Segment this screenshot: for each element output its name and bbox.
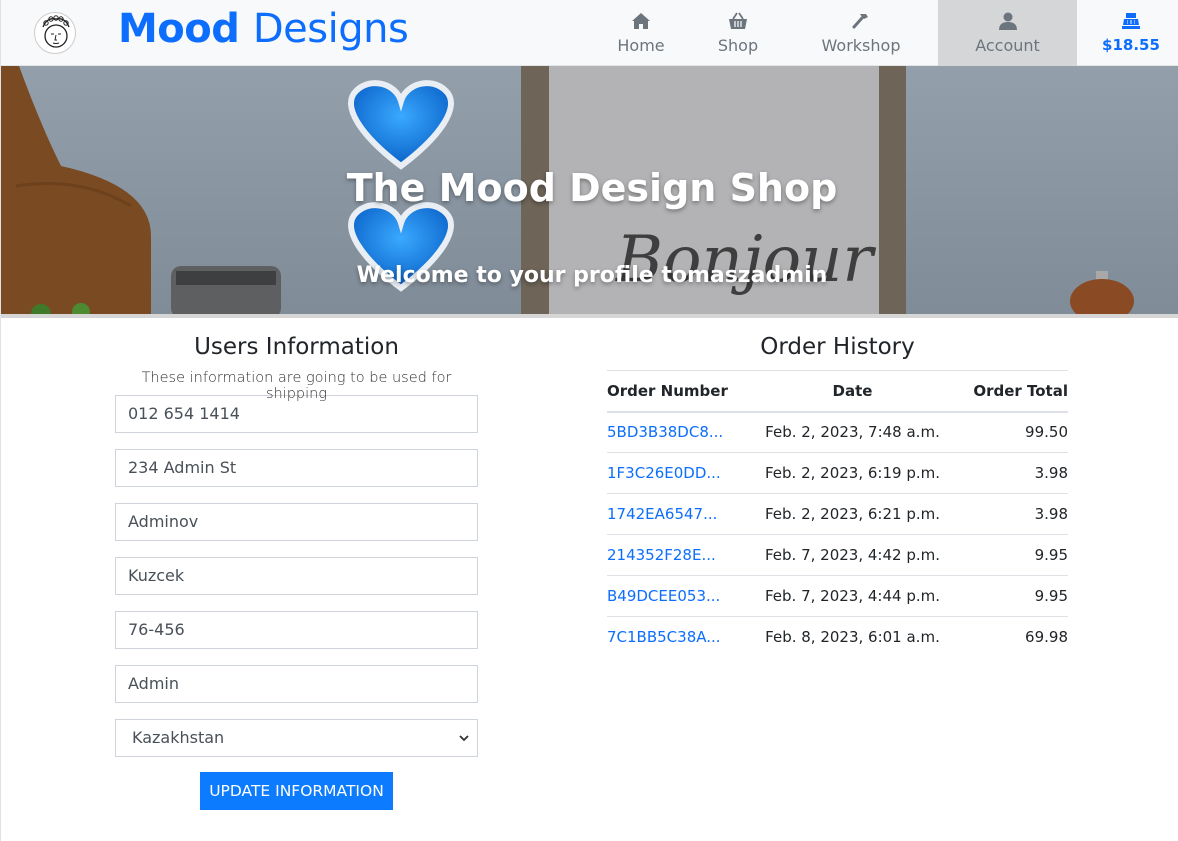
order-number-link[interactable]: 1F3C26E0DD... bbox=[607, 452, 747, 494]
hero-title: The Mood Design Shop bbox=[346, 166, 838, 210]
order-number-link[interactable]: 214352F28E... bbox=[607, 534, 747, 576]
order-date: Feb. 2, 2023, 6:21 p.m. bbox=[747, 493, 958, 535]
column-header-order-total: Order Total bbox=[958, 370, 1068, 413]
brand-title[interactable]: Mood Designs bbox=[118, 6, 409, 52]
nav-item-account[interactable]: Account bbox=[938, 0, 1077, 66]
home-icon bbox=[632, 13, 650, 29]
table-row: 1742EA6547... Feb. 2, 2023, 6:21 p.m. 3.… bbox=[607, 493, 1068, 535]
order-number-link[interactable]: B49DCEE053... bbox=[607, 575, 747, 617]
update-information-button[interactable]: UPDATE INFORMATION bbox=[200, 772, 393, 810]
order-date: Feb. 7, 2023, 4:44 p.m. bbox=[747, 575, 958, 617]
order-total: 3.98 bbox=[958, 493, 1068, 535]
hero-banner: Bonjour The Mood Design Shop Welcome to … bbox=[1, 66, 1178, 318]
nav-item-cart[interactable]: $18.55 bbox=[1083, 0, 1178, 66]
navbar: Mood Designs Home Shop Workshop Account … bbox=[1, 0, 1178, 66]
order-total: 9.95 bbox=[958, 575, 1068, 617]
cash-register-icon bbox=[1122, 13, 1140, 29]
nav-label-shop: Shop bbox=[717, 36, 759, 55]
street-address-field[interactable]: 234 Admin St bbox=[115, 449, 478, 487]
nav-label-home: Home bbox=[617, 36, 665, 55]
brand-word-1: Mood bbox=[118, 6, 240, 52]
address-line-2-field[interactable]: Adminov bbox=[115, 503, 478, 541]
nav-label-account: Account bbox=[975, 36, 1040, 55]
county-field[interactable]: Admin bbox=[115, 665, 478, 703]
order-total: 9.95 bbox=[958, 534, 1068, 576]
users-information-panel: Users Information These information are … bbox=[115, 334, 478, 810]
order-number-link[interactable]: 7C1BB5C38A... bbox=[607, 617, 747, 658]
city-field[interactable]: Kuzcek bbox=[115, 557, 478, 595]
order-history-heading: Order History bbox=[760, 334, 915, 360]
hero-subtitle: Welcome to your profile tomaszadmin bbox=[356, 263, 828, 288]
order-total: 69.98 bbox=[1025, 628, 1068, 647]
order-date: Feb. 8, 2023, 6:01 a.m. bbox=[765, 628, 940, 647]
chevron-down-icon bbox=[459, 735, 469, 742]
column-header-order-number: Order Number bbox=[607, 370, 747, 413]
table-row: 214352F28E... Feb. 7, 2023, 4:42 p.m. 9.… bbox=[607, 534, 1068, 576]
table-row: 7C1BB5C38A... Feb. 8, 2023, 6:01 a.m. 69… bbox=[607, 617, 1068, 658]
brand-word-2: Designs bbox=[252, 6, 409, 52]
table-row: B49DCEE053... Feb. 7, 2023, 4:44 p.m. 9.… bbox=[607, 575, 1068, 617]
order-date: Feb. 7, 2023, 4:42 p.m. bbox=[747, 534, 958, 576]
table-row: 5BD3B38DC8... Feb. 2, 2023, 7:48 a.m. 99… bbox=[607, 411, 1068, 453]
nav-item-home[interactable]: Home bbox=[601, 0, 681, 66]
nav-item-shop[interactable]: Shop bbox=[701, 0, 775, 66]
user-icon bbox=[998, 12, 1017, 30]
nav-label-workshop: Workshop bbox=[821, 36, 901, 55]
country-select[interactable]: Kazakhstan bbox=[115, 719, 478, 757]
order-history-panel: Order History Order Number Date Order To… bbox=[607, 334, 1068, 658]
logo-icon[interactable] bbox=[34, 12, 76, 54]
basket-icon bbox=[729, 12, 747, 29]
order-number-link[interactable]: 1742EA6547... bbox=[607, 493, 747, 535]
order-total: 99.50 bbox=[958, 411, 1068, 453]
order-history-table: Order Number Date Order Total 5BD3B38DC8… bbox=[607, 370, 1068, 658]
table-header-row: Order Number Date Order Total bbox=[607, 370, 1068, 413]
country-select-value: Kazakhstan bbox=[132, 728, 225, 747]
cart-total: $18.55 bbox=[1102, 36, 1160, 54]
users-information-heading: Users Information bbox=[194, 334, 399, 360]
order-date: Feb. 2, 2023, 7:48 a.m. bbox=[747, 411, 958, 453]
column-header-date: Date bbox=[747, 370, 958, 413]
order-total: 3.98 bbox=[958, 452, 1068, 494]
users-information-subtext: These information are going to be used f… bbox=[141, 370, 452, 402]
table-row: 1F3C26E0DD... Feb. 2, 2023, 6:19 p.m. 3.… bbox=[607, 452, 1068, 494]
order-date: Feb. 2, 2023, 6:19 p.m. bbox=[747, 452, 958, 494]
postcode-field[interactable]: 76-456 bbox=[115, 611, 478, 649]
hammer-icon bbox=[852, 14, 868, 29]
order-number-link[interactable]: 5BD3B38DC8... bbox=[607, 411, 747, 453]
nav-item-workshop[interactable]: Workshop bbox=[813, 0, 909, 66]
